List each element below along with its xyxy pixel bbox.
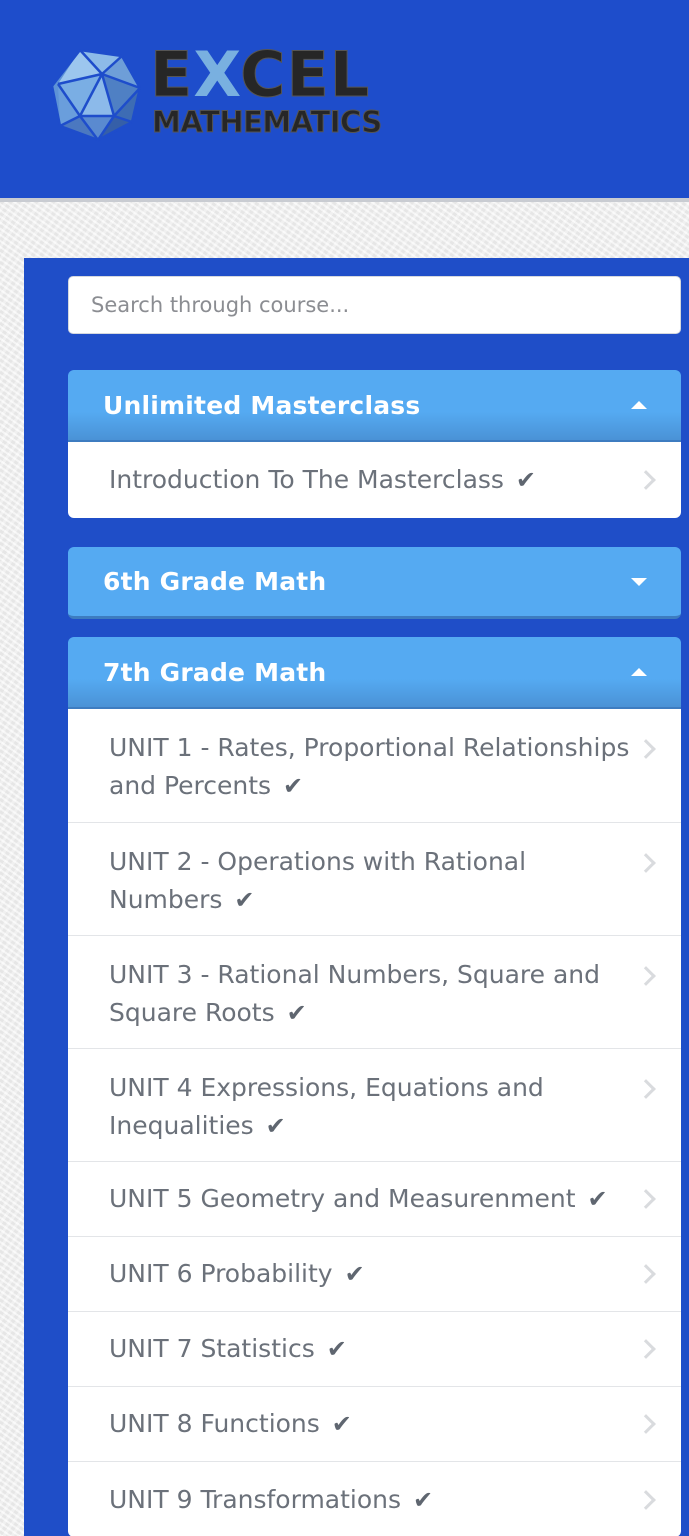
chevron-right-icon (636, 853, 656, 873)
logo-wordmark: EXCEL (149, 38, 371, 111)
item-label: UNIT 4 Expressions, Equations and Inequa… (109, 1073, 544, 1140)
section-header-toggle[interactable]: 7th Grade Math (68, 637, 681, 709)
list-item[interactable]: Introduction To The Masterclass ✔ (68, 442, 681, 518)
list-item[interactable]: UNIT 3 - Rational Numbers, Square and Sq… (68, 936, 681, 1049)
caret-up-icon (631, 401, 647, 409)
list-item[interactable]: UNIT 6 Probability ✔ (68, 1237, 681, 1312)
icosahedron-icon (50, 48, 142, 142)
item-label: UNIT 7 Statistics (109, 1334, 315, 1363)
section-items: UNIT 1 - Rates, Proportional Relationshi… (68, 709, 681, 1536)
list-item[interactable]: UNIT 5 Geometry and Measurenment ✔ (68, 1162, 681, 1237)
check-icon: ✔ (412, 1485, 434, 1514)
caret-up-icon (631, 668, 647, 676)
section-title: 6th Grade Math (103, 567, 327, 596)
item-label: UNIT 5 Geometry and Measurenment (109, 1184, 576, 1213)
section-6th-grade-math: 6th Grade Math (68, 547, 681, 619)
list-item[interactable]: UNIT 9 Transformations ✔ (68, 1462, 681, 1536)
logo-subtitle: MATHEMATICS (152, 105, 383, 139)
caret-down-icon (631, 577, 647, 586)
section-unlimited-masterclass: Unlimited Masterclass Introduction To Th… (68, 370, 681, 518)
chevron-right-icon (636, 1079, 656, 1099)
chevron-right-icon (636, 1339, 656, 1359)
item-label: UNIT 2 - Operations with Rational Number… (109, 847, 527, 914)
list-item[interactable]: UNIT 1 - Rates, Proportional Relationshi… (68, 709, 681, 823)
chevron-right-icon (636, 1264, 656, 1284)
check-icon: ✔ (283, 772, 304, 800)
check-icon: ✔ (331, 1410, 352, 1438)
section-items: Introduction To The Masterclass ✔ (68, 442, 681, 518)
list-item[interactable]: UNIT 4 Expressions, Equations and Inequa… (68, 1049, 681, 1162)
list-item[interactable]: UNIT 2 - Operations with Rational Number… (68, 823, 681, 936)
section-7th-grade-math: 7th Grade Math UNIT 1 - Rates, Proportio… (68, 637, 681, 1536)
check-icon: ✔ (344, 1260, 365, 1288)
check-icon: ✔ (234, 886, 255, 914)
course-search-input[interactable] (68, 276, 681, 334)
check-icon: ✔ (515, 466, 536, 494)
check-icon: ✔ (265, 1112, 286, 1140)
item-label: UNIT 8 Functions (109, 1409, 320, 1438)
chevron-right-icon (636, 470, 656, 490)
item-label: UNIT 1 - Rates, Proportional Relationshi… (109, 733, 630, 800)
check-icon: ✔ (326, 1335, 347, 1363)
chevron-right-icon (636, 966, 656, 986)
section-title: Unlimited Masterclass (103, 390, 421, 420)
item-label: Introduction To The Masterclass (109, 465, 504, 494)
item-label: UNIT 9 Transformations (109, 1484, 402, 1514)
check-icon: ✔ (587, 1185, 608, 1213)
chevron-right-icon (636, 739, 656, 759)
course-navigation-panel: Unlimited Masterclass Introduction To Th… (24, 258, 689, 1536)
section-header-toggle[interactable]: Unlimited Masterclass (68, 370, 681, 442)
chevron-right-icon (636, 1414, 656, 1434)
site-header: EXCEL MATHEMATICS (0, 0, 689, 202)
item-label: UNIT 3 - Rational Numbers, Square and Sq… (109, 960, 600, 1027)
section-title: 7th Grade Math (103, 657, 327, 687)
list-item[interactable]: UNIT 7 Statistics ✔ (68, 1312, 681, 1387)
list-item[interactable]: UNIT 8 Functions ✔ (68, 1387, 681, 1462)
item-label: UNIT 6 Probability (109, 1259, 333, 1288)
chevron-right-icon (636, 1189, 656, 1209)
section-header-toggle[interactable]: 6th Grade Math (68, 547, 681, 619)
check-icon: ✔ (286, 999, 307, 1027)
chevron-right-icon (636, 1489, 656, 1510)
excel-mathematics-logo[interactable]: EXCEL MATHEMATICS (50, 38, 460, 144)
